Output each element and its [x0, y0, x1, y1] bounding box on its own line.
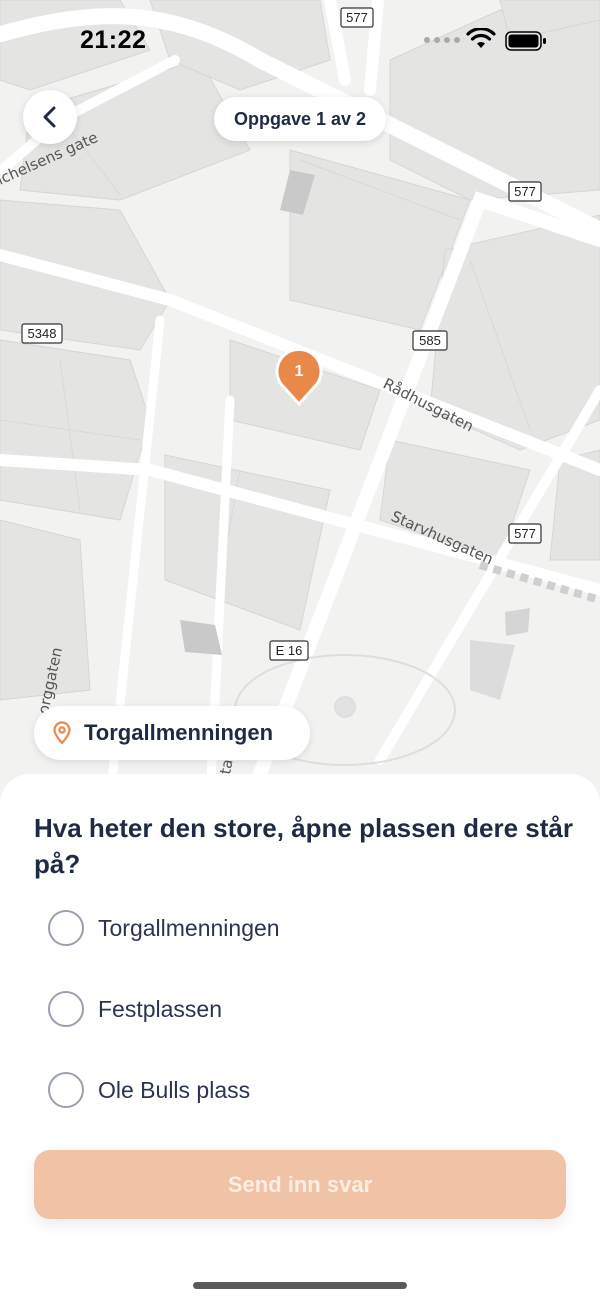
status-time: 21:22 [80, 26, 147, 54]
answer-option[interactable]: Ole Bulls plass [48, 1072, 250, 1108]
cellular-signal-icon [424, 37, 460, 43]
task-progress-label: Oppgave 1 av 2 [214, 97, 386, 141]
battery-icon [505, 31, 546, 51]
submit-answer-button[interactable]: Send inn svar [34, 1150, 566, 1219]
question-sheet: Hva heter den store, åpne plassen dere s… [0, 774, 600, 1301]
location-name: Torgallmenningen [84, 720, 274, 745]
radio-button[interactable] [48, 991, 84, 1027]
wifi-icon [466, 28, 496, 48]
svg-text:5348: 5348 [28, 326, 57, 341]
radio-button[interactable] [48, 1072, 84, 1108]
task-marker-number: 1 [295, 363, 304, 380]
back-button[interactable] [23, 90, 77, 144]
answer-option-label: Ole Bulls plass [98, 1076, 251, 1103]
svg-text:577: 577 [514, 184, 536, 199]
road-shield: 5348 [21, 323, 63, 344]
answer-option-label: Torgallmenningen [98, 914, 280, 941]
road-shield: E 16 [269, 640, 309, 661]
question-text: Hva heter den store, åpne plassen dere s… [34, 813, 573, 879]
location-chip[interactable]: Torgallmenningen [34, 706, 310, 760]
road-shield: 577 [508, 181, 542, 202]
location-pin-icon [53, 721, 71, 745]
status-bar: 21:22 [0, 0, 600, 80]
road-shield: 585 [412, 330, 448, 351]
svg-text:577: 577 [514, 526, 536, 541]
svg-text:585: 585 [419, 333, 441, 348]
answer-option-label: Festplassen [98, 995, 223, 1022]
svg-text:E 16: E 16 [276, 643, 303, 658]
chevron-left-icon [43, 106, 56, 128]
radio-button[interactable] [48, 910, 84, 946]
home-indicator[interactable] [193, 1282, 407, 1289]
answer-option[interactable]: Festplassen [48, 991, 222, 1027]
answer-option[interactable]: Torgallmenningen [48, 910, 280, 946]
road-shield: 577 [508, 523, 542, 544]
